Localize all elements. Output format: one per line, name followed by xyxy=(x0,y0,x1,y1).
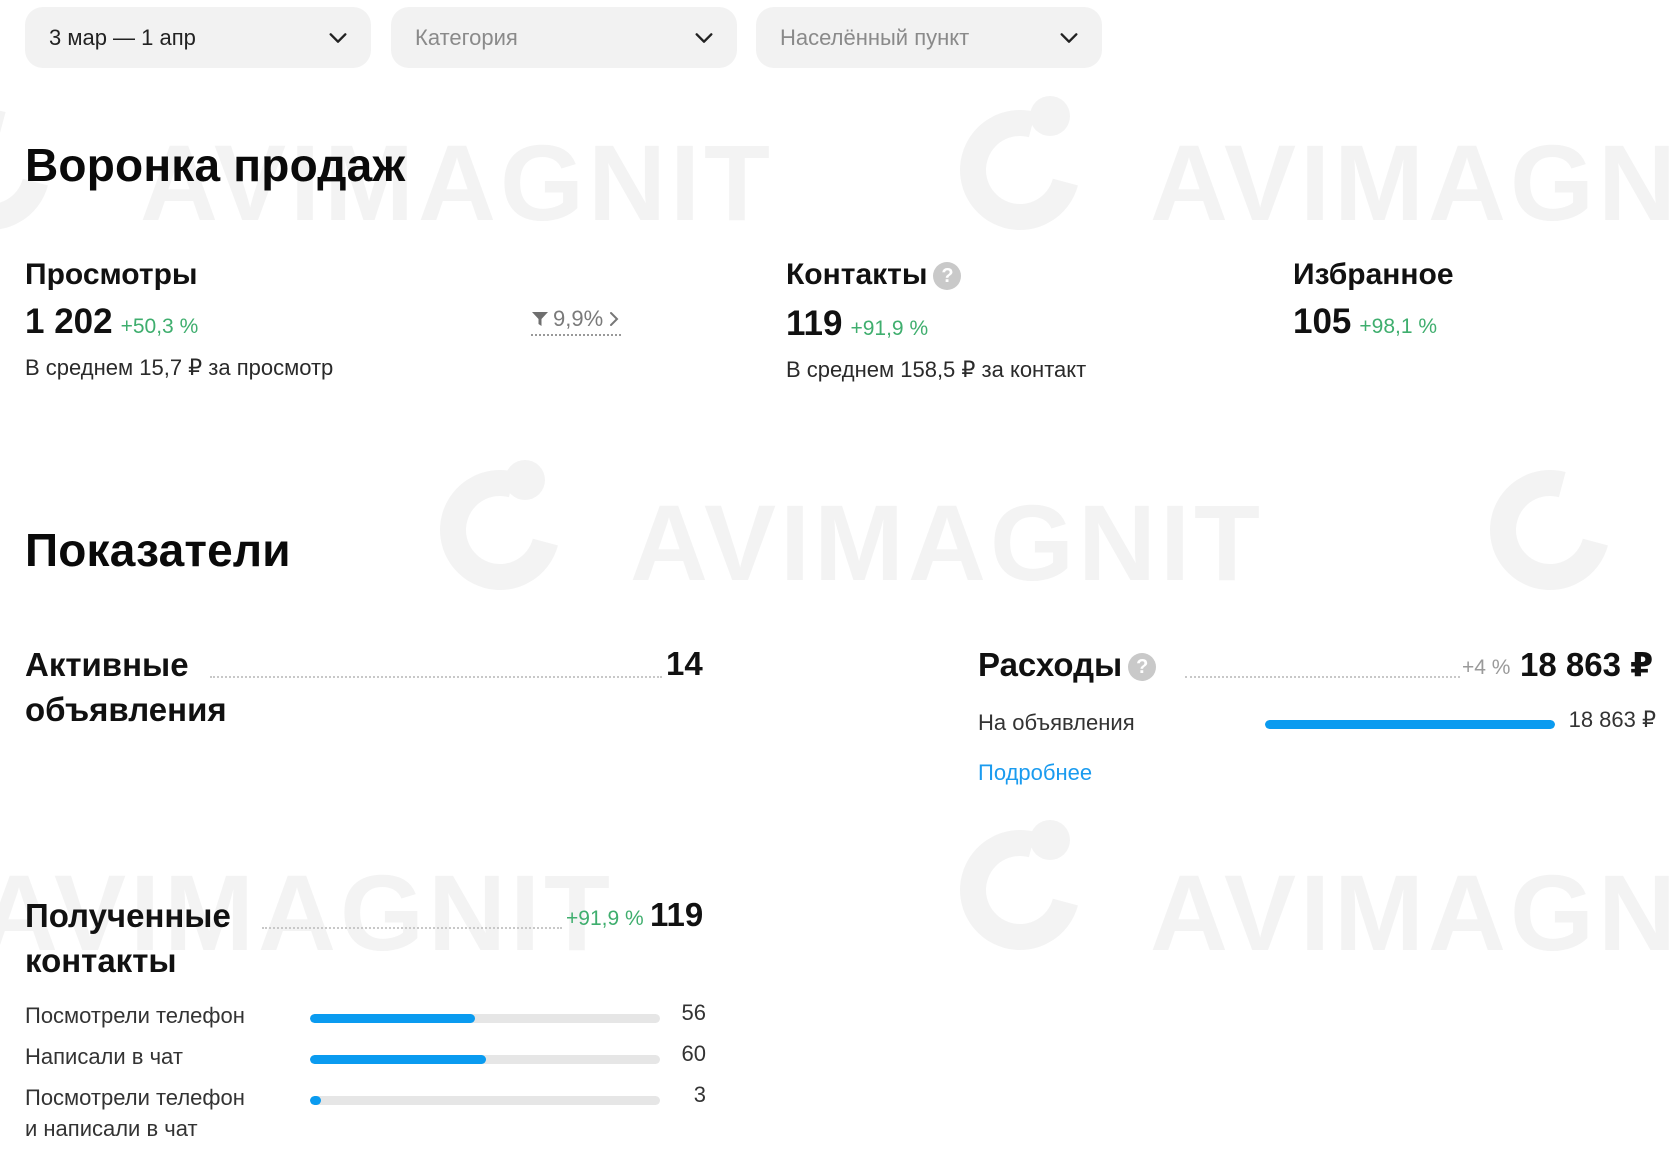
views-delta: +50,3 % xyxy=(120,315,199,338)
favorites-value-group: 105 +98,1 % xyxy=(1293,302,1437,342)
expenses-ads-label: На объявления xyxy=(978,710,1135,735)
chevron-down-icon xyxy=(1060,32,1078,43)
expenses-ads-bar-fill xyxy=(1265,720,1555,729)
phone-and-chat-label-line2: и написали в чат xyxy=(25,1116,198,1141)
views-average-cost: В среднем 15,7 ₽ за просмотр xyxy=(25,355,334,380)
watermark-text: AVIMAGNIT xyxy=(1150,122,1680,243)
phone-viewed-bar xyxy=(310,1014,660,1023)
contacts-received-title-line2: контакты xyxy=(25,942,177,979)
city-select[interactable]: Населённый пункт xyxy=(756,7,1102,68)
funnel-section-title: Воронка продаж xyxy=(25,139,406,191)
views-conversion-link[interactable]: 9,9% xyxy=(531,306,622,336)
city-select-placeholder: Населённый пункт xyxy=(780,24,970,50)
funnel-icon xyxy=(532,312,548,326)
expenses-more-link[interactable]: Подробнее xyxy=(978,760,1092,786)
contacts-received-value: 119 xyxy=(650,896,704,933)
contacts-title: Контакты xyxy=(786,258,928,291)
contacts-received-title-line1: Полученные xyxy=(25,897,231,934)
leader-line xyxy=(262,927,562,929)
expenses-title: Расходы xyxy=(978,646,1123,683)
contacts-title-group: Контакты? xyxy=(786,258,962,292)
phone-and-chat-bar-fill xyxy=(310,1096,321,1105)
watermark-text: AVIMAGNIT xyxy=(630,482,1264,603)
expenses-title-group: Расходы? xyxy=(978,642,1157,687)
chat-written-bar-fill xyxy=(310,1055,487,1064)
phone-viewed-value: 56 xyxy=(681,1000,706,1025)
chat-written-bar xyxy=(310,1055,660,1064)
leader-line xyxy=(1185,676,1460,678)
contacts-delta: +91,9 % xyxy=(850,317,929,340)
period-select[interactable]: 3 мар — 1 апр xyxy=(25,7,371,68)
chat-written-label: Написали в чат xyxy=(25,1044,183,1069)
watermark-logo-icon xyxy=(418,448,582,612)
favorites-value: 105 xyxy=(1293,302,1352,341)
chevron-down-icon xyxy=(695,32,713,43)
phone-and-chat-label: Посмотрели телефон и написали в чат xyxy=(25,1082,245,1144)
category-select[interactable]: Категория xyxy=(391,7,737,68)
views-value: 1 202 xyxy=(25,302,113,341)
expenses-delta: +4 % xyxy=(1462,656,1511,679)
phone-viewed-bar-fill xyxy=(310,1014,475,1023)
question-circle-icon[interactable]: ? xyxy=(933,262,962,291)
views-title: Просмотры xyxy=(25,258,198,291)
leader-line xyxy=(210,676,662,678)
phone-and-chat-value: 3 xyxy=(693,1082,706,1107)
favorites-delta: +98,1 % xyxy=(1359,315,1438,338)
active-ads-value: 14 xyxy=(666,645,703,682)
chevron-down-icon xyxy=(329,32,347,43)
category-select-placeholder: Категория xyxy=(415,24,518,50)
chevron-right-icon xyxy=(610,312,619,326)
contacts-value: 119 xyxy=(786,304,843,343)
views-value-group: 1 202 +50,3 % xyxy=(25,302,198,342)
watermark-logo-dot xyxy=(1030,820,1070,860)
expenses-ads-bar xyxy=(1265,720,1555,729)
watermark-logo-dot xyxy=(1030,96,1070,136)
phone-and-chat-bar xyxy=(310,1096,660,1105)
watermark-logo-icon xyxy=(1468,448,1632,612)
watermark-logo-dot xyxy=(505,460,545,500)
watermark-text: AVIMAGNIT xyxy=(1150,852,1680,973)
contacts-received-title: Полученные контакты xyxy=(25,893,231,983)
active-ads-title: Активные объявления xyxy=(25,642,227,732)
active-ads-title-line2: объявления xyxy=(25,691,227,728)
question-circle-icon[interactable]: ? xyxy=(1128,653,1157,682)
contacts-value-group: 119 +91,9 % xyxy=(786,304,928,344)
phone-viewed-label: Посмотрели телефон xyxy=(25,1003,245,1028)
expenses-value: 18 863 ₽ xyxy=(1520,646,1654,683)
period-select-value: 3 мар — 1 апр xyxy=(49,24,196,50)
phone-and-chat-label-line1: Посмотрели телефон xyxy=(25,1085,245,1110)
contacts-received-delta: +91,9 % xyxy=(566,907,644,930)
watermark-logo-icon xyxy=(938,88,1102,252)
chat-written-value: 60 xyxy=(681,1041,706,1066)
views-conversion-value: 9,9% xyxy=(553,306,604,331)
active-ads-title-line1: Активные xyxy=(25,646,189,683)
watermark-logo-icon xyxy=(938,808,1102,972)
expenses-ads-value: 18 863 ₽ xyxy=(1568,707,1656,732)
contacts-average-cost: В среднем 158,5 ₽ за контакт xyxy=(786,357,1087,382)
indicators-section-title: Показатели xyxy=(25,524,291,576)
favorites-title: Избранное xyxy=(1293,258,1454,291)
